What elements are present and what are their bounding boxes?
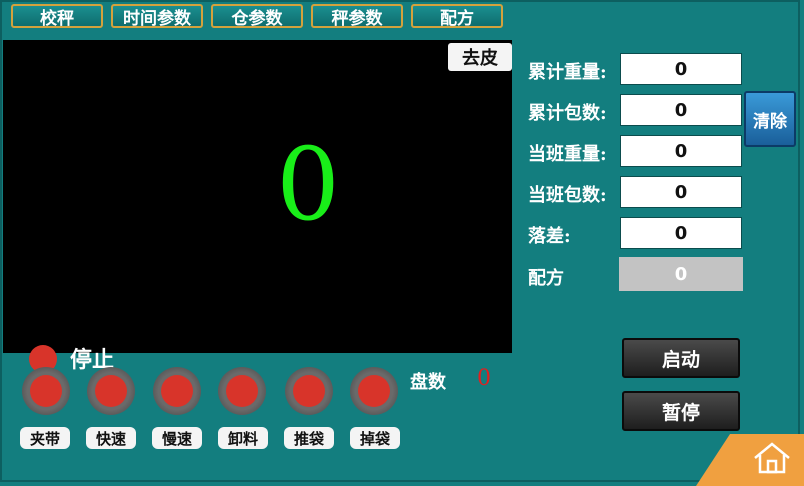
shift-bags-label: 当班包数:	[528, 185, 607, 206]
fast-feed-label: 快速	[86, 427, 136, 449]
weight-display-panel: 0 停止 盘数 0	[3, 40, 512, 393]
indicator-lamp-icon	[226, 375, 258, 407]
total-bags-field[interactable]: 0	[620, 94, 742, 126]
recipe-label: 配方	[528, 268, 564, 289]
total-bags-label: 累计包数:	[528, 103, 607, 124]
start-button[interactable]: 启动	[622, 338, 740, 378]
drop-bag-label: 掉袋	[350, 427, 400, 449]
slow-feed-indicator	[153, 367, 201, 415]
total-weight-field[interactable]: 0	[620, 53, 742, 85]
discharge-label: 卸料	[218, 427, 268, 449]
tab-bin-parameters[interactable]: 仓参数	[211, 4, 303, 29]
discharge-indicator	[218, 367, 266, 415]
pause-button[interactable]: 暂停	[622, 391, 740, 431]
clamp-label: 夹带	[20, 427, 70, 449]
tray-count-label: 盘数	[410, 372, 446, 393]
fast-feed-indicator	[87, 367, 135, 415]
shift-weight-label: 当班重量:	[528, 144, 607, 165]
tab-scale-parameters[interactable]: 秤参数	[311, 4, 403, 29]
tray-count-value: 0	[477, 366, 491, 391]
current-weight-readout: 0	[276, 126, 340, 243]
slow-feed-label: 慢速	[152, 427, 202, 449]
indicator-lamp-icon	[161, 375, 193, 407]
shift-bags-field[interactable]: 0	[620, 176, 742, 208]
tab-time-parameters[interactable]: 时间参数	[111, 4, 203, 29]
indicator-lamp-icon	[293, 375, 325, 407]
push-bag-indicator	[285, 367, 333, 415]
clamp-indicator	[22, 367, 70, 415]
drop-difference-field[interactable]: 0	[620, 217, 742, 249]
drop-difference-label: 落差:	[528, 226, 571, 247]
clear-button[interactable]: 清除	[744, 91, 796, 147]
shift-weight-field[interactable]: 0	[620, 135, 742, 167]
tare-button[interactable]: 去皮	[448, 43, 512, 71]
indicator-lamp-icon	[95, 375, 127, 407]
tab-recipe[interactable]: 配方	[411, 4, 503, 29]
recipe-value-field: 0	[619, 257, 743, 291]
indicator-lamp-icon	[358, 375, 390, 407]
tab-calibrate-scale[interactable]: 校秤	[11, 4, 103, 29]
total-weight-label: 累计重量:	[528, 62, 607, 83]
home-icon	[754, 442, 790, 474]
drop-bag-indicator	[350, 367, 398, 415]
push-bag-label: 推袋	[284, 427, 334, 449]
indicator-lamp-icon	[30, 375, 62, 407]
